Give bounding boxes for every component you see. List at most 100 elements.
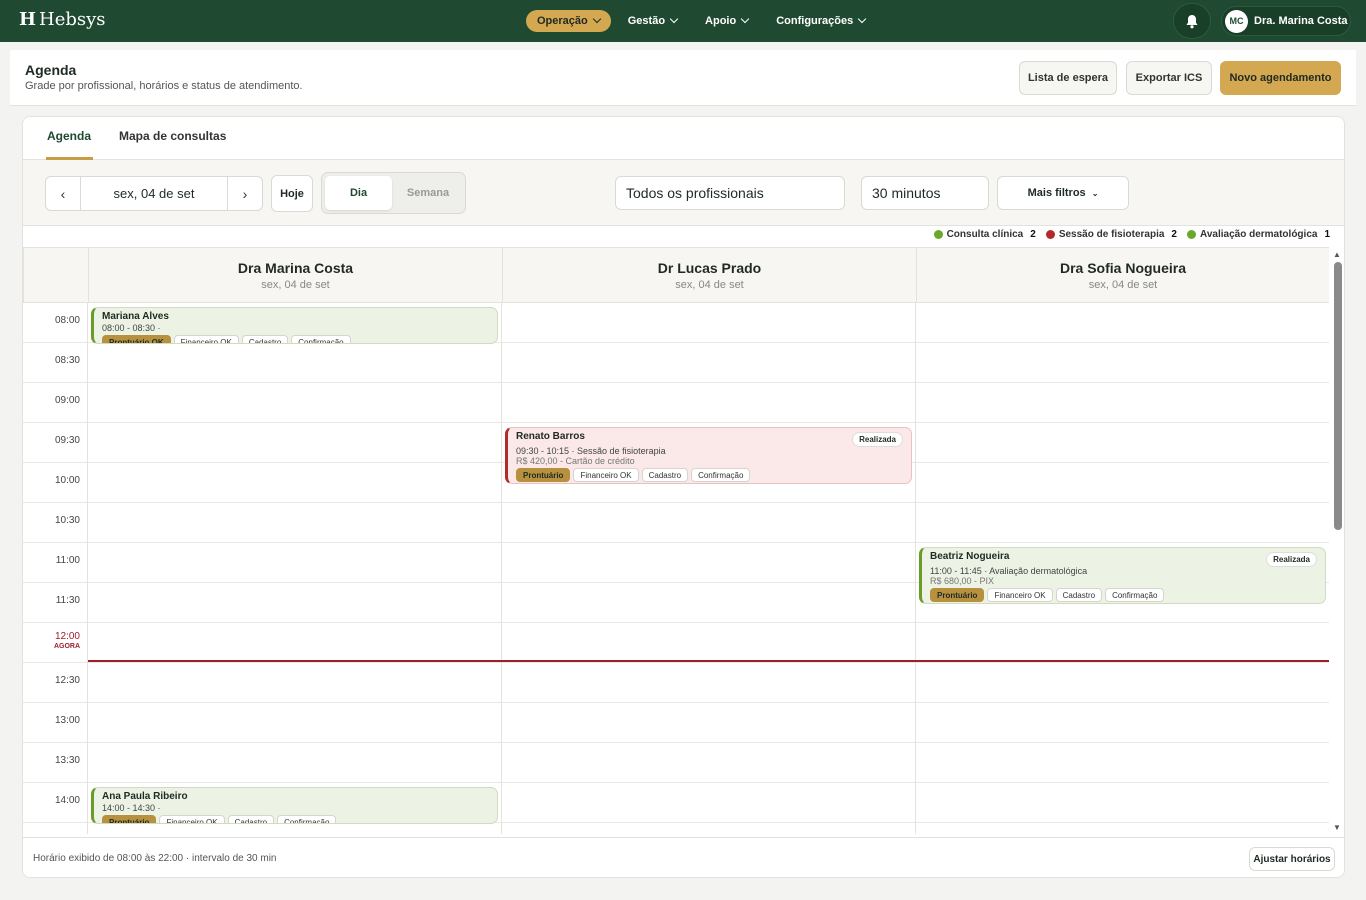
time-label: 10:00 bbox=[54, 475, 80, 486]
chip-confirmacao[interactable]: Confirmação bbox=[1105, 588, 1165, 602]
nav-label: Operação bbox=[537, 15, 588, 27]
column-header: Dra Sofia Nogueira sex, 04 de set bbox=[916, 248, 1329, 303]
column-date: sex, 04 de set bbox=[675, 279, 744, 291]
time-label: 08:00 bbox=[54, 315, 80, 326]
status-chips: Prontuário Financeiro OK Cadastro Confir… bbox=[102, 815, 489, 823]
legend-item: Sessão de fisioterapia 2 bbox=[1045, 229, 1177, 240]
chip-cadastro[interactable]: Cadastro bbox=[641, 468, 689, 482]
legend-label: Consulta clínica bbox=[946, 229, 1024, 240]
prev-day-button[interactable]: ‹ bbox=[46, 177, 80, 210]
legend-label: Sessão de fisioterapia bbox=[1058, 229, 1165, 240]
logo-mark: H bbox=[19, 9, 37, 30]
time-label: 13:00 bbox=[54, 715, 80, 726]
time-slot-row[interactable]: 13:00 bbox=[23, 703, 1329, 743]
tab-mapa-de-consultas[interactable]: Mapa de consultas bbox=[119, 129, 226, 143]
legend-item: Consulta clínica 2 bbox=[933, 229, 1036, 240]
adjust-hours-button[interactable]: Ajustar horários bbox=[1249, 847, 1335, 871]
time-slot-row[interactable]: 09:00 bbox=[23, 383, 1329, 423]
nav-item-operacao[interactable]: Operação bbox=[526, 10, 611, 32]
time-label: 09:00 bbox=[54, 395, 80, 406]
chip-prontuario[interactable]: Prontuário bbox=[930, 588, 985, 602]
scroll-down-icon[interactable]: ▼ bbox=[1333, 823, 1341, 832]
time-slot-row[interactable]: 12:00 bbox=[23, 623, 1329, 663]
nav-label: Apoio bbox=[705, 15, 737, 27]
view-week-button[interactable]: Semana bbox=[394, 176, 462, 210]
time-label: 13:30 bbox=[54, 755, 80, 766]
chip-prontuario[interactable]: Prontuário OK bbox=[102, 335, 171, 343]
legend-count: 2 bbox=[1171, 229, 1177, 240]
now-line bbox=[88, 660, 1329, 662]
time-label: 10:30 bbox=[54, 515, 80, 526]
column-divider bbox=[501, 303, 502, 834]
app-name: Hebsys bbox=[39, 9, 106, 30]
legend-item: Avaliação dermatológica 1 bbox=[1186, 229, 1330, 240]
main-nav: Operação Gestão Apoio Configurações bbox=[526, 10, 876, 32]
nav-item-configuracoes[interactable]: Configurações bbox=[765, 10, 876, 32]
page-subtitle: Grade por profissional, horários e statu… bbox=[25, 80, 303, 92]
chip-financeiro[interactable]: Financeiro OK bbox=[573, 468, 639, 482]
chevron-down-icon bbox=[592, 14, 601, 24]
current-date[interactable]: sex, 04 de set bbox=[80, 177, 228, 210]
chip-cadastro[interactable]: Cadastro bbox=[241, 335, 289, 343]
legend-dot bbox=[1045, 230, 1055, 239]
time-label: 12:00 bbox=[54, 631, 80, 642]
agenda-card: Agenda Mapa de consultas ‹ sex, 04 de se… bbox=[22, 116, 1345, 878]
more-filters-button[interactable]: Mais filtros ⌄ bbox=[997, 176, 1129, 210]
next-day-button[interactable]: › bbox=[228, 177, 262, 210]
chip-financeiro[interactable]: Financeiro OK bbox=[159, 815, 225, 823]
time-label: 14:00 bbox=[54, 795, 80, 806]
time-slot-row[interactable]: 10:30 bbox=[23, 503, 1329, 543]
chip-prontuario[interactable]: Prontuário bbox=[102, 815, 157, 823]
scroll-up-icon[interactable]: ▲ bbox=[1333, 250, 1341, 259]
time-slot-row[interactable]: 08:30 bbox=[23, 343, 1329, 383]
professional-select[interactable]: Todos os profissionais bbox=[615, 176, 845, 210]
today-button[interactable]: Hoje bbox=[271, 175, 313, 212]
chip-financeiro[interactable]: Financeiro OK bbox=[173, 335, 239, 343]
chip-financeiro[interactable]: Financeiro OK bbox=[987, 588, 1053, 602]
scrollbar-thumb[interactable] bbox=[1334, 262, 1342, 530]
appointment-card[interactable]: Mariana Alves 08:00 - 08:30 · Prontuário… bbox=[91, 307, 498, 344]
appointment-card[interactable]: Ana Paula Ribeiro 14:00 - 14:30 · Prontu… bbox=[91, 787, 498, 824]
chip-confirmacao[interactable]: Confirmação bbox=[691, 468, 751, 482]
chip-confirmacao[interactable]: Confirmação bbox=[277, 815, 337, 823]
chip-cadastro[interactable]: Cadastro bbox=[227, 815, 275, 823]
nav-item-gestao[interactable]: Gestão bbox=[617, 10, 688, 32]
waitlist-button[interactable]: Lista de espera bbox=[1019, 61, 1117, 95]
column-date: sex, 04 de set bbox=[1088, 279, 1158, 291]
patient-name: Ana Paula Ribeiro bbox=[102, 791, 188, 802]
chip-confirmacao[interactable]: Confirmação bbox=[291, 335, 351, 343]
patient-name: Mariana Alves bbox=[102, 311, 169, 322]
patient-name: Beatriz Nogueira bbox=[930, 551, 1010, 562]
appointment-price: R$ 680,00 - PIX bbox=[930, 576, 995, 586]
nav-item-apoio[interactable]: Apoio bbox=[694, 10, 759, 32]
column-date: sex, 04 de set bbox=[261, 279, 330, 291]
column-divider bbox=[87, 303, 88, 834]
status-chips: Prontuário Financeiro OK Cadastro Confir… bbox=[516, 468, 903, 482]
time-slot-row[interactable]: 12:30 bbox=[23, 663, 1329, 703]
chip-cadastro[interactable]: Cadastro bbox=[1055, 588, 1103, 602]
user-menu[interactable]: MC Dra. Marina Costa bbox=[1221, 6, 1351, 36]
status-chips: Prontuário OK Financeiro OK Cadastro Con… bbox=[102, 335, 489, 343]
time-slot-row[interactable]: 13:30 bbox=[23, 743, 1329, 783]
appointment-card[interactable]: Renato Barros Realizada 09:30 - 10:15 · … bbox=[505, 427, 912, 484]
appointment-card[interactable]: Beatriz Nogueira Realizada 11:00 - 11:45… bbox=[919, 547, 1326, 604]
tab-agenda[interactable]: Agenda bbox=[47, 129, 91, 143]
column-divider bbox=[915, 303, 916, 834]
app-logo[interactable]: H Hebsys bbox=[19, 9, 106, 30]
export-ics-button[interactable]: Exportar ICS bbox=[1126, 61, 1212, 95]
legend-label: Avaliação dermatológica bbox=[1199, 229, 1318, 240]
vertical-scrollbar[interactable]: ▲ ▼ bbox=[1330, 247, 1344, 834]
notifications-button[interactable] bbox=[1173, 3, 1211, 39]
interval-select[interactable]: 30 minutos bbox=[861, 176, 989, 210]
time-label: 09:30 bbox=[54, 435, 80, 446]
chevron-down-icon bbox=[740, 14, 750, 24]
time-slot-row[interactable]: 14:30 bbox=[23, 823, 1329, 834]
footer-info: Horário exibido de 08:00 às 22:00 · inte… bbox=[33, 853, 277, 864]
chevron-down-icon: ⌄ bbox=[1091, 188, 1099, 198]
status-badge: Realizada bbox=[852, 432, 903, 447]
new-appointment-button[interactable]: Novo agendamento bbox=[1220, 61, 1341, 95]
view-day-button[interactable]: Dia bbox=[325, 176, 392, 210]
chip-prontuario[interactable]: Prontuário bbox=[516, 468, 571, 482]
professional-name: Dra Sofia Nogueira bbox=[1059, 260, 1187, 276]
schedule-grid[interactable]: Dra Marina Costa sex, 04 de set Dr Lucas … bbox=[23, 247, 1329, 834]
